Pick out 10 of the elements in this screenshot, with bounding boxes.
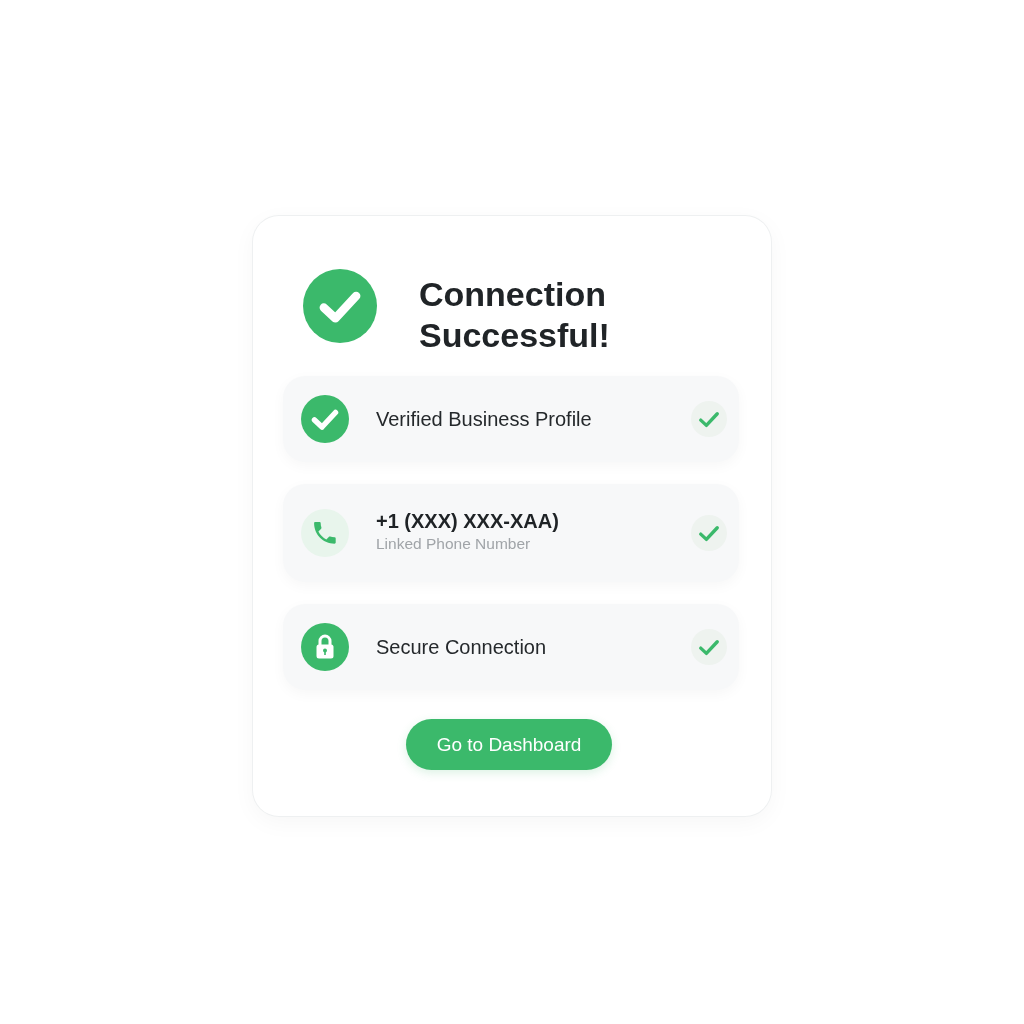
heading: Connection Successful! — [419, 274, 611, 356]
phone-icon — [301, 509, 349, 557]
dashboard-button[interactable]: Go to Dashboard — [405, 719, 613, 770]
status-label: Verified Business Profile — [376, 407, 592, 432]
status-label: Secure Connection — [376, 635, 547, 660]
padlock-icon — [301, 623, 349, 671]
phone-number: +1 (XXX) XXX-XAA) — [376, 509, 559, 534]
check-circle-icon — [301, 395, 349, 443]
field-caption: Linked Phone Number — [376, 534, 531, 554]
check-circle-icon — [303, 269, 377, 343]
